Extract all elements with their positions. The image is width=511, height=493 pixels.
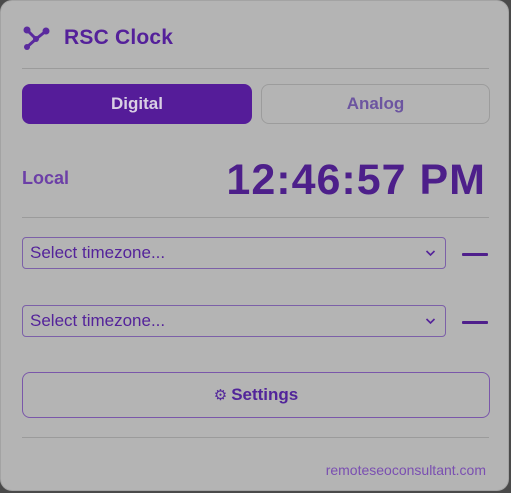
local-label: Local	[22, 168, 70, 188]
timezone-2-time	[462, 321, 488, 324]
header-divider	[22, 68, 489, 69]
timezone-select-2-value: Select timezone...	[30, 311, 166, 330]
molecule-icon	[23, 26, 50, 50]
digital-mode-button[interactable]: Digital	[22, 84, 252, 124]
header: RSC Clock	[22, 23, 173, 53]
clock-panel: RSC Clock Digital Analog Local 12:46:57 …	[0, 0, 509, 491]
app-title: RSC Clock	[64, 26, 174, 49]
settings-button-label: Settings	[231, 385, 299, 404]
timezone-select-1-value: Select timezone...	[30, 243, 166, 262]
analog-mode-button[interactable]: Analog	[261, 84, 490, 124]
timezone-1-time	[462, 253, 488, 256]
gear-icon: ⚙	[213, 386, 228, 404]
local-divider	[22, 217, 489, 218]
footer-divider	[22, 437, 489, 438]
footer-link[interactable]: remoteseoconsultant.com	[326, 462, 486, 478]
timezone-select-1[interactable]: Select timezone...	[22, 237, 446, 269]
local-time-display: 12:46:57 PM	[226, 156, 486, 204]
chevron-down-icon	[425, 318, 436, 325]
settings-button[interactable]: ⚙ Settings	[22, 372, 490, 418]
timezone-select-2[interactable]: Select timezone...	[22, 305, 446, 337]
chevron-down-icon	[425, 250, 436, 257]
